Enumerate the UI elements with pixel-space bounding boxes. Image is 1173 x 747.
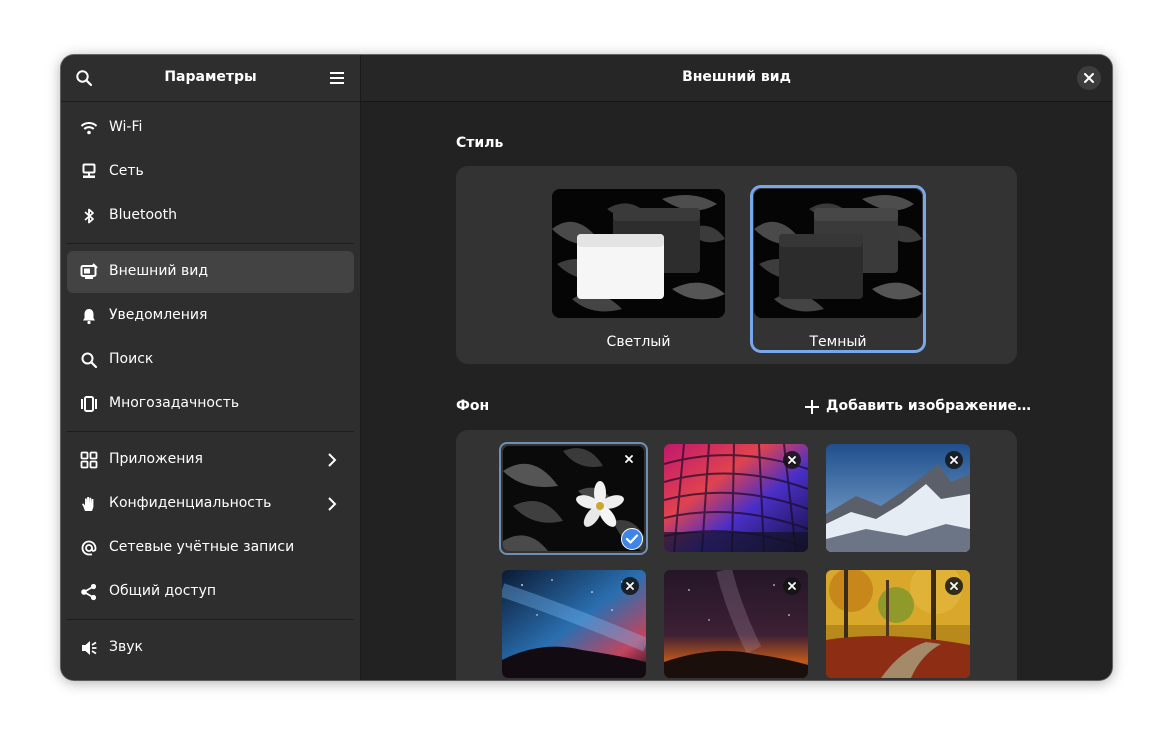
sidebar-item-network[interactable]: Сеть	[67, 151, 354, 193]
settings-window: Параметры Wi-Fi Сеть Bluetooth Внешний в…	[61, 55, 1112, 680]
sidebar-item-label: Общий доступ	[109, 583, 217, 599]
share-icon	[81, 583, 97, 601]
checkmark-icon	[621, 528, 643, 550]
close-icon	[625, 455, 633, 463]
close-icon	[1084, 73, 1094, 83]
style-option-label: Светлый	[606, 334, 671, 350]
main-header: Внешний вид	[361, 55, 1112, 102]
wallpaper-autumn-forest[interactable]	[826, 570, 970, 678]
sidebar-item-label: Уведомления	[109, 307, 208, 323]
close-icon	[950, 582, 958, 590]
background-section-title: Фон	[456, 398, 490, 414]
close-icon	[626, 582, 634, 590]
sidebar-separator	[67, 243, 354, 244]
add-image-button[interactable]: Добавить изображение…	[805, 398, 1031, 418]
sidebar-item-label: Wi-Fi	[109, 119, 143, 135]
sidebar-item-notifications[interactable]: Уведомления	[67, 295, 354, 337]
sidebar-title: Параметры	[164, 69, 257, 85]
sidebar: Параметры Wi-Fi Сеть Bluetooth Внешний в…	[61, 55, 361, 680]
sidebar-list: Wi-Fi Сеть Bluetooth Внешний вид Уведомл…	[67, 107, 354, 671]
wallpaper-milky-way-blue[interactable]	[502, 570, 646, 678]
close-icon	[788, 456, 796, 464]
wallpaper-mountains[interactable]	[826, 444, 970, 552]
sidebar-item-label: Сеть	[109, 163, 144, 179]
speaker-icon	[82, 641, 97, 655]
style-card: Светлый Темный	[456, 166, 1017, 364]
bluetooth-icon	[84, 208, 94, 224]
style-section-title: Стиль	[456, 135, 504, 151]
remove-wallpaper-button[interactable]	[620, 450, 638, 468]
sidebar-item-online-accounts[interactable]: Сетевые учётные записи	[67, 527, 354, 569]
sidebar-item-label: Многозадачность	[109, 395, 240, 411]
plus-icon	[805, 400, 819, 414]
dark-leaves-art	[754, 189, 922, 318]
sidebar-separator	[67, 619, 354, 620]
sidebar-item-label: Конфиденциальность	[109, 495, 272, 511]
page-title: Внешний вид	[682, 69, 791, 85]
sidebar-item-sound[interactable]: Звук	[67, 627, 354, 669]
remove-wallpaper-button[interactable]	[945, 577, 963, 595]
hand-icon	[82, 497, 94, 511]
sidebar-item-search[interactable]: Поиск	[67, 339, 354, 381]
sidebar-item-label: Звук	[109, 639, 143, 655]
at-icon	[81, 540, 97, 556]
style-option-dark[interactable]: Темный	[750, 185, 926, 353]
remove-wallpaper-button[interactable]	[945, 451, 963, 469]
sidebar-item-label: Внешний вид	[109, 263, 209, 279]
sidebar-item-label: Приложения	[109, 451, 203, 467]
bell-icon	[83, 309, 95, 325]
chevron-right-icon	[328, 497, 337, 511]
style-option-label: Темный	[809, 334, 867, 350]
close-icon	[788, 582, 796, 590]
sidebar-item-label: Сетевые учётные записи	[109, 539, 295, 555]
remove-wallpaper-button[interactable]	[621, 577, 639, 595]
wallpaper-milky-way-orange[interactable]	[664, 570, 808, 678]
appearance-icon	[80, 263, 98, 279]
sidebar-item-apps[interactable]: Приложения	[67, 439, 354, 481]
sidebar-item-multitasking[interactable]: Многозадачность	[67, 383, 354, 425]
dark-leaves-art	[552, 189, 725, 318]
sidebar-item-privacy[interactable]: Конфиденциальность	[67, 483, 354, 525]
chevron-right-icon	[328, 453, 337, 467]
sidebar-item-sharing[interactable]: Общий доступ	[67, 571, 354, 613]
wallpaper-flower[interactable]	[503, 446, 644, 551]
apps-icon	[80, 451, 98, 469]
close-icon	[950, 456, 958, 464]
close-button[interactable]	[1077, 66, 1101, 90]
sidebar-separator	[67, 431, 354, 432]
add-image-label: Добавить изображение…	[826, 398, 1032, 414]
sidebar-header: Параметры	[61, 55, 360, 102]
style-option-light[interactable]: Светлый	[552, 189, 725, 350]
network-icon	[82, 163, 96, 178]
sidebar-item-bluetooth[interactable]: Bluetooth	[67, 195, 354, 237]
style-preview-dark	[754, 189, 922, 318]
remove-wallpaper-button[interactable]	[783, 451, 801, 469]
hamburger-menu-icon	[330, 72, 344, 84]
sidebar-item-appearance[interactable]: Внешний вид	[67, 251, 354, 293]
search-icon	[81, 352, 98, 369]
sidebar-item-label: Поиск	[109, 351, 154, 367]
sidebar-item-label: Bluetooth	[109, 207, 177, 223]
wallpaper-card	[456, 430, 1017, 680]
style-preview-light	[552, 189, 725, 318]
wifi-icon	[80, 122, 98, 135]
remove-wallpaper-button[interactable]	[783, 577, 801, 595]
main-content: Внешний вид Стиль Светлый Темный Фон Доб…	[361, 55, 1112, 680]
wallpaper-colorful-cobblestones[interactable]	[664, 444, 808, 552]
multitasking-icon	[81, 396, 97, 412]
main-menu-button[interactable]	[323, 64, 351, 92]
sidebar-item-wifi[interactable]: Wi-Fi	[67, 107, 354, 149]
